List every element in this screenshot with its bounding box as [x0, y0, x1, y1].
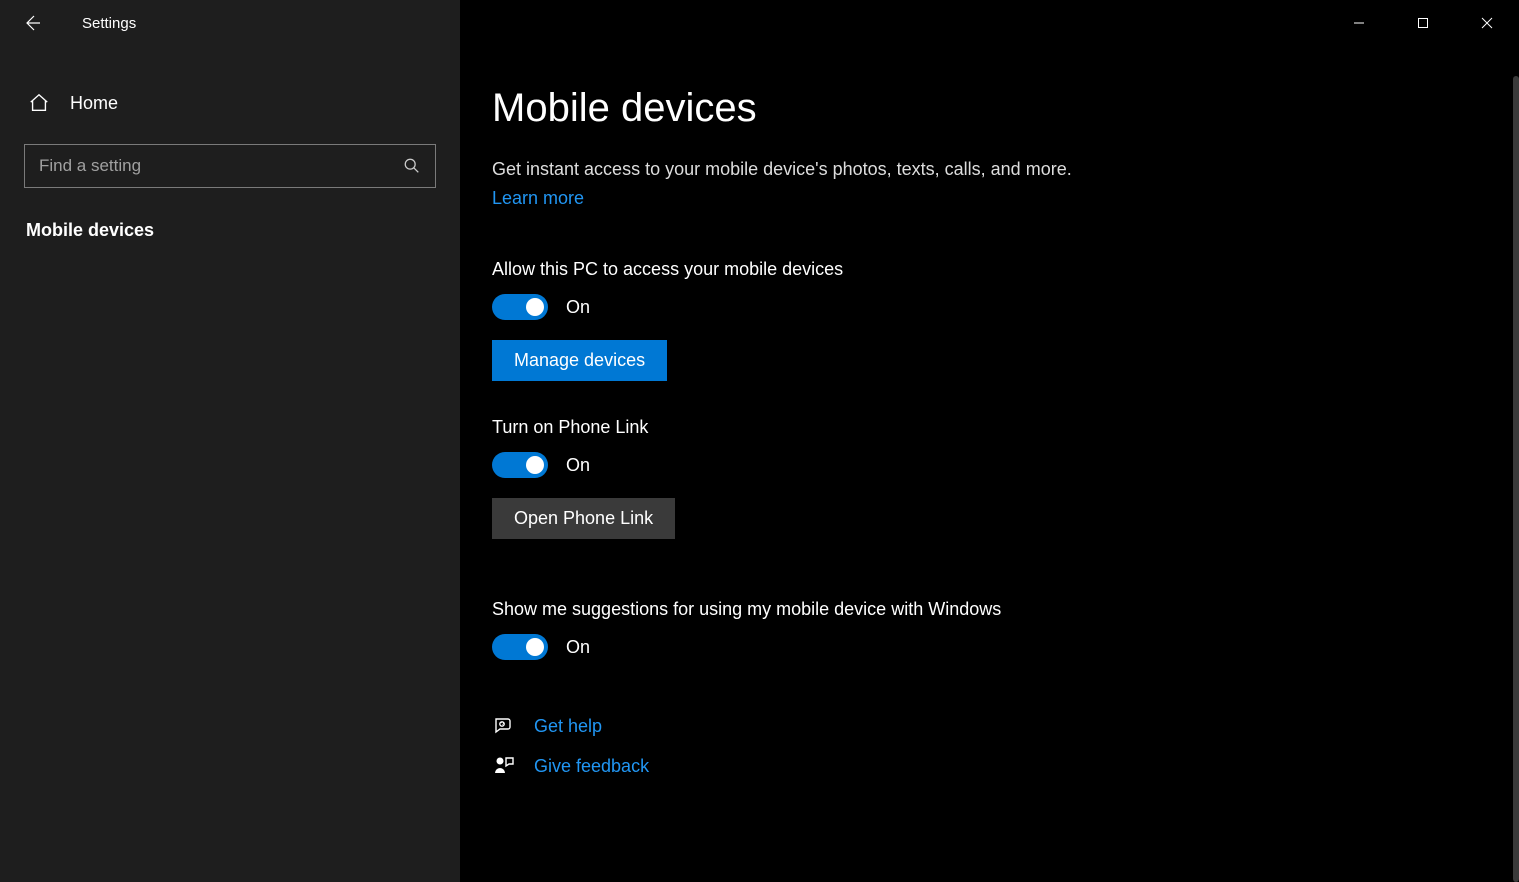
- toggle-knob: [526, 638, 544, 656]
- help-section: ? Get help Give feedback: [492, 714, 1479, 778]
- minimize-button[interactable]: [1327, 0, 1391, 46]
- close-icon: [1481, 17, 1493, 29]
- learn-more-link[interactable]: Learn more: [492, 188, 584, 209]
- sidebar-home[interactable]: Home: [24, 86, 436, 120]
- minimize-icon: [1353, 17, 1365, 29]
- toggle-knob: [526, 456, 544, 474]
- titlebar: Settings: [0, 0, 1519, 46]
- allow-access-row: On: [492, 294, 1479, 320]
- app-title: Settings: [82, 15, 136, 32]
- search-input[interactable]: [39, 156, 403, 176]
- suggestions-toggle[interactable]: [492, 634, 548, 660]
- sidebar: Home Mobile devices: [0, 46, 460, 882]
- search-box[interactable]: [24, 144, 436, 188]
- back-button[interactable]: [22, 13, 42, 33]
- page-title: Mobile devices: [492, 86, 1479, 131]
- open-phone-link-button[interactable]: Open Phone Link: [492, 498, 675, 539]
- suggestions-row: On: [492, 634, 1479, 660]
- get-help-row: ? Get help: [492, 714, 1479, 738]
- get-help-link[interactable]: Get help: [534, 716, 602, 737]
- close-button[interactable]: [1455, 0, 1519, 46]
- phone-link-label: Turn on Phone Link: [492, 417, 1479, 438]
- window-controls: [1327, 0, 1519, 46]
- main-panel: Mobile devices Get instant access to you…: [460, 46, 1519, 882]
- suggestions-state: On: [566, 637, 590, 658]
- home-icon: [28, 92, 50, 114]
- page-description: Get instant access to your mobile device…: [492, 159, 1479, 180]
- titlebar-right: [460, 0, 1519, 46]
- sidebar-item-mobile-devices[interactable]: Mobile devices: [24, 214, 436, 247]
- toggle-knob: [526, 298, 544, 316]
- manage-devices-button[interactable]: Manage devices: [492, 340, 667, 381]
- feedback-icon: [492, 754, 516, 778]
- svg-text:?: ?: [501, 722, 504, 728]
- search-icon: [403, 157, 421, 175]
- give-feedback-row: Give feedback: [492, 754, 1479, 778]
- allow-access-state: On: [566, 297, 590, 318]
- maximize-button[interactable]: [1391, 0, 1455, 46]
- allow-access-toggle[interactable]: [492, 294, 548, 320]
- chat-help-icon: ?: [492, 714, 516, 738]
- allow-access-label: Allow this PC to access your mobile devi…: [492, 259, 1479, 280]
- phone-link-row: On: [492, 452, 1479, 478]
- titlebar-left: Settings: [0, 0, 460, 46]
- maximize-icon: [1417, 17, 1429, 29]
- give-feedback-link[interactable]: Give feedback: [534, 756, 649, 777]
- suggestions-label: Show me suggestions for using my mobile …: [492, 599, 1479, 620]
- scrollbar[interactable]: [1513, 76, 1519, 882]
- phone-link-state: On: [566, 455, 590, 476]
- arrow-left-icon: [22, 13, 42, 33]
- phone-link-toggle[interactable]: [492, 452, 548, 478]
- content: Home Mobile devices Mobile devices Get i…: [0, 46, 1519, 882]
- home-label: Home: [70, 93, 118, 114]
